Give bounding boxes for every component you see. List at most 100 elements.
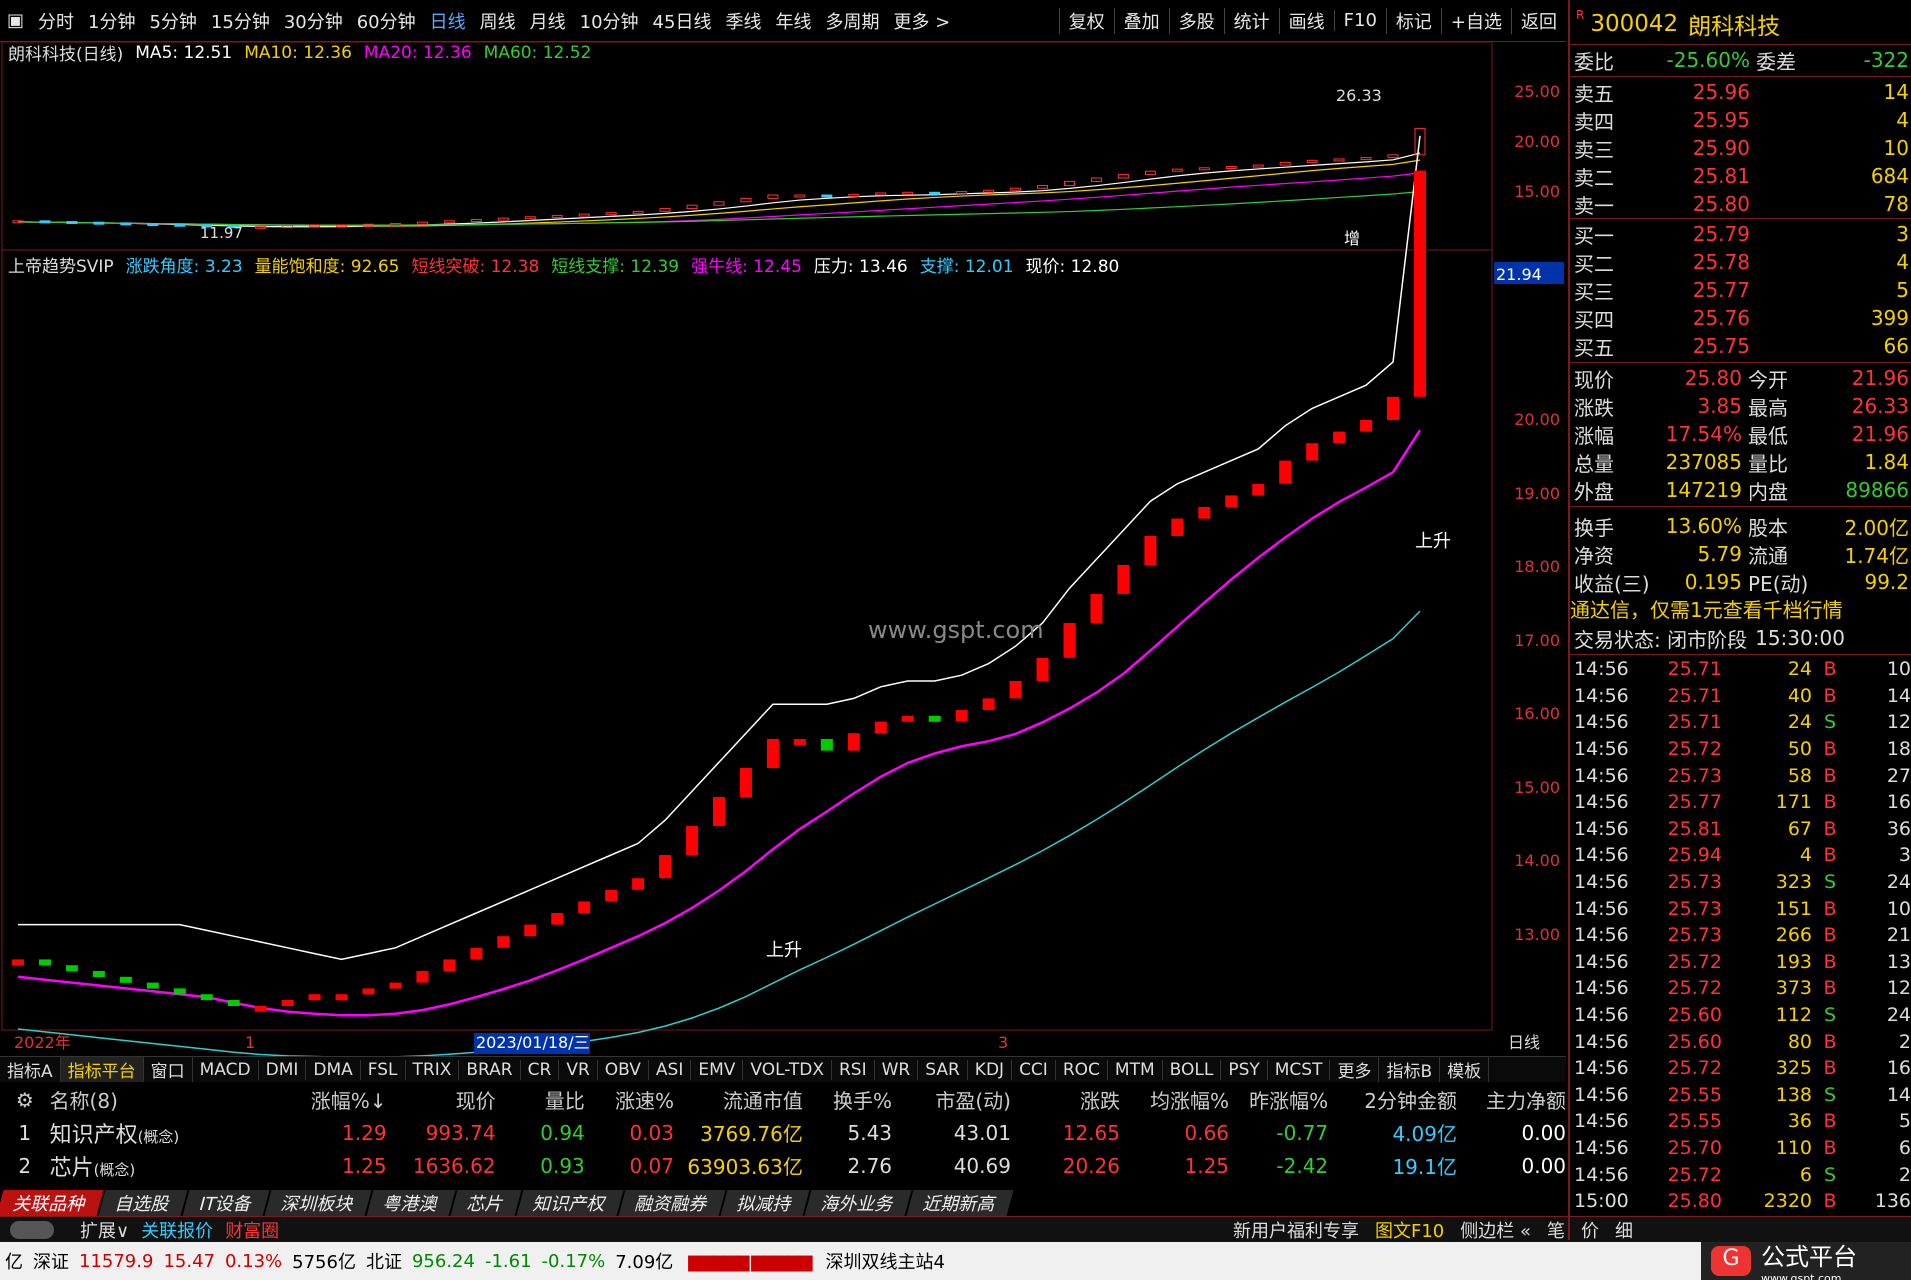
status-right-2[interactable]: 侧边栏 « — [1452, 1217, 1539, 1243]
status-right-1[interactable]: 图文F10 — [1367, 1217, 1452, 1243]
indicator-tab-7[interactable]: TRIX — [406, 1059, 460, 1080]
tick-cell: 25.72 — [1667, 977, 1722, 1000]
indicator-bar — [254, 1005, 267, 1012]
status-right-0[interactable]: 新用户福利专享 — [1225, 1217, 1367, 1243]
indicator-tab-0[interactable]: 指标A — [0, 1057, 61, 1082]
bottom-tab-0[interactable]: 关联品种 — [0, 1190, 104, 1216]
col-4[interactable]: 涨速% — [585, 1085, 674, 1114]
indicator-tab-11[interactable]: OBV — [598, 1059, 649, 1080]
col-5[interactable]: 流通市值 — [674, 1085, 803, 1114]
col-9[interactable]: 均涨幅% — [1120, 1085, 1229, 1114]
indicator-tab-6[interactable]: FSL — [361, 1059, 406, 1080]
indicator-bar — [389, 982, 402, 989]
indicator-tab-13[interactable]: EMV — [691, 1059, 744, 1080]
col-10[interactable]: 昨涨幅% — [1229, 1085, 1328, 1114]
tick-cell: 25.55 — [1667, 1083, 1722, 1106]
stat-row: 总量 237085 量比 1.84 — [1570, 448, 1911, 476]
bottom-tab-5[interactable]: 芯片 — [450, 1190, 522, 1216]
candle — [1144, 170, 1156, 176]
indicator-tab-23[interactable]: PSY — [1221, 1059, 1268, 1080]
status-left-2[interactable]: 财富圈 — [219, 1217, 285, 1243]
indicator-tab-15[interactable]: RSI — [832, 1059, 875, 1080]
col-2[interactable]: 现价 — [387, 1085, 496, 1114]
indicator-tab-26[interactable]: 指标B — [1379, 1057, 1441, 1082]
indicator-tab-14[interactable]: VOL-TDX — [743, 1059, 832, 1080]
indicator-tab-22[interactable]: BOLL — [1163, 1059, 1222, 1080]
indicator-tab-2[interactable]: 窗口 — [144, 1057, 193, 1082]
status-left-0[interactable]: 扩展∨ — [74, 1217, 135, 1243]
indicator-bar — [686, 826, 699, 855]
bottom-tab-7[interactable]: 融资融券 — [618, 1190, 726, 1216]
col-1[interactable]: 涨幅%↓ — [268, 1085, 387, 1114]
col-7[interactable]: 市盈(动) — [892, 1085, 1011, 1114]
tick-cell: 14:56 — [1574, 738, 1629, 761]
table-row[interactable]: 1 知识产权(概念) 1.29 993.74 0.94 0.03 3769.76亿 5.43 4… — [0, 1116, 1566, 1149]
tick-cell: 14:56 — [1574, 844, 1629, 867]
brand-logo: G 公式平台 www.gspt.com — [1701, 1242, 1911, 1280]
indicator-bar — [1036, 657, 1049, 681]
col-11[interactable]: 2分钟金额 — [1328, 1085, 1457, 1114]
indicator-tab-9[interactable]: CR — [521, 1059, 560, 1080]
tick-cell: 323 — [1775, 871, 1812, 894]
cell: 1.25 — [342, 1153, 387, 1178]
table-row[interactable]: 2 芯片(概念) 1.25 1636.62 0.93 0.07 63903.63亿 2.76 4… — [0, 1149, 1566, 1182]
indicator-tabs: 指标A 指标平台 窗口 MACD DMI DMA FSL TRIX BRAR CR VR OBV ASI… — [0, 1056, 1566, 1082]
promo-link[interactable]: 通达信，仅需1元查看千档行情 — [1570, 594, 1911, 622]
bottom-tab-1[interactable]: 自选股 — [98, 1190, 188, 1216]
toggle-switch[interactable] — [10, 1220, 54, 1239]
bottom-tab-10[interactable]: 近期新高 — [906, 1190, 1014, 1216]
indicator-tab-21[interactable]: MTM — [1108, 1059, 1163, 1080]
indicator-bar — [901, 715, 914, 722]
col-3[interactable]: 量比 — [496, 1085, 585, 1114]
tick-row: 14:56 25.72 6 S 2 — [1570, 1161, 1911, 1188]
indicator-tab-18[interactable]: KDJ — [968, 1059, 1013, 1080]
indicator-tab-27[interactable]: 模板 — [1440, 1057, 1490, 1082]
candle — [821, 194, 833, 198]
row-name[interactable]: 芯片(概念) — [50, 1150, 268, 1182]
bottom-tab-6[interactable]: 知识产权 — [516, 1190, 624, 1216]
indicator-tab-25[interactable]: 更多 — [1330, 1057, 1380, 1082]
chart-area[interactable]: 26.33 11.97 增 上升 上升 www.gspt.com 21.94 2… — [0, 0, 1566, 1056]
tick-cell: 14 — [1886, 684, 1911, 707]
indicator-bar — [820, 739, 833, 751]
bottom-tab-9[interactable]: 海外业务 — [804, 1190, 912, 1216]
tick-cell: 373 — [1775, 977, 1812, 1000]
bottom-tab-4[interactable]: 粤港澳 — [366, 1190, 456, 1216]
bottom-tab-8[interactable]: 拟减持 — [720, 1190, 810, 1216]
col-0[interactable]: 名称(8) — [50, 1085, 268, 1114]
bid-row: 买五 25.75 66 — [1570, 332, 1911, 360]
bid-row: 买四 25.76 399 — [1570, 304, 1911, 332]
row-name[interactable]: 知识产权(概念) — [50, 1117, 268, 1149]
gear-icon[interactable]: ⚙ — [0, 1088, 50, 1112]
indicator-tab-12[interactable]: ASI — [649, 1059, 692, 1080]
indicator-tab-1[interactable]: 指标平台 — [60, 1057, 144, 1082]
bottom-tab-3[interactable]: 深圳板块 — [264, 1190, 372, 1216]
indicator-tab-24[interactable]: MCST — [1268, 1059, 1331, 1080]
tick-cell: 171 — [1775, 791, 1812, 814]
indicator-tab-10[interactable]: VR — [559, 1059, 598, 1080]
status-left-1[interactable]: 关联报价 — [135, 1217, 219, 1243]
bid-cell: 买四 — [1574, 307, 1614, 332]
indicator-tab-16[interactable]: WR — [875, 1059, 919, 1080]
axm-tick-2: 15.00 — [1514, 182, 1560, 201]
col-8[interactable]: 涨跌 — [1011, 1085, 1120, 1114]
month-3-label: 3 — [998, 1033, 1008, 1052]
indicator-tab-5[interactable]: DMA — [306, 1059, 361, 1080]
indicator-tab-17[interactable]: SAR — [918, 1059, 968, 1080]
col-6[interactable]: 换手% — [803, 1085, 892, 1114]
indicator-tab-19[interactable]: CCI — [1012, 1059, 1056, 1080]
tick-cell: 25.80 — [1667, 1190, 1722, 1213]
tick-cell: 50 — [1787, 738, 1812, 761]
indicator-tab-20[interactable]: ROC — [1056, 1059, 1108, 1080]
indicator-tab-3[interactable]: MACD — [193, 1059, 259, 1080]
tick-row: 14:56 25.60 80 B 2 — [1570, 1028, 1911, 1055]
indicator-bar — [874, 721, 887, 734]
indicator-tab-8[interactable]: BRAR — [459, 1059, 521, 1080]
stat-label-2: 流通 — [1748, 543, 1788, 568]
bottom-tab-2[interactable]: IT设备 — [182, 1190, 270, 1216]
indicator-bar — [335, 994, 348, 1001]
selected-date[interactable]: 2023/01/18/三 — [476, 1033, 590, 1052]
stat-label: 总量 — [1574, 451, 1614, 476]
col-12[interactable]: 主力净额 — [1457, 1085, 1566, 1114]
indicator-tab-4[interactable]: DMI — [259, 1059, 307, 1080]
